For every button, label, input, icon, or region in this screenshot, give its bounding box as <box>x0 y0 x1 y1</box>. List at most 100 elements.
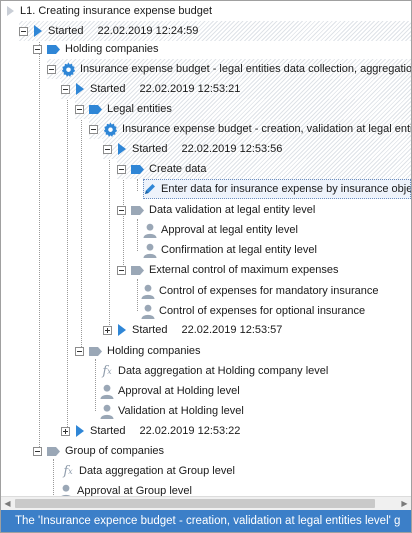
started-row-2[interactable]: Started 22.02.2019 12:53:21 <box>61 79 411 99</box>
collapse-button[interactable] <box>75 104 84 114</box>
group-row-holding-companies-2[interactable]: Holding companies <box>75 341 201 361</box>
task-row-approval-holding[interactable]: Approval at Holding level <box>100 381 240 401</box>
scrollbar-thumb[interactable] <box>15 499 375 508</box>
root-label: L1. Creating insurance expense budget <box>20 5 213 17</box>
tree-connector <box>137 179 138 191</box>
started-play-icon <box>75 425 85 437</box>
task-row-data-aggregation-holding[interactable]: fx Data aggregation at Holding company l… <box>100 361 328 381</box>
group-row-create-data[interactable]: Create data <box>117 159 411 179</box>
started-row-3[interactable]: Started 22.02.2019 12:53:56 <box>103 139 411 159</box>
flag-icon <box>89 104 102 114</box>
group-row-holding-companies[interactable]: Holding companies <box>33 39 159 59</box>
started-date: 22.02.2019 12:24:59 <box>97 25 199 37</box>
group-row-data-validation[interactable]: Data validation at legal entity level <box>117 200 315 220</box>
gear-icon <box>61 61 76 77</box>
tree-root-row[interactable]: L1. Creating insurance expense budget <box>5 1 212 21</box>
user-icon <box>141 284 155 299</box>
tree-connector <box>39 39 40 451</box>
collapse-button[interactable] <box>33 446 42 456</box>
group-label: Create data <box>149 163 207 175</box>
tree-connector <box>109 139 110 331</box>
function-icon: fx <box>63 463 73 479</box>
group-label: Group of companies <box>65 445 165 457</box>
group-label: Holding companies <box>107 345 201 357</box>
collapse-button[interactable] <box>117 205 126 215</box>
task-row-control-optional[interactable]: Control of expenses for optional insuran… <box>141 301 365 321</box>
started-label: Started <box>90 425 126 437</box>
task-row-enter-data[interactable]: Enter data for insurance expense by insu… <box>143 179 411 199</box>
collapse-button[interactable] <box>47 64 56 74</box>
group-row-external-control[interactable]: External control of maximum expenses <box>117 260 339 280</box>
collapse-button[interactable] <box>61 84 70 94</box>
started-row-5[interactable]: Started 22.02.2019 12:53:22 <box>61 421 240 441</box>
scroll-right-icon[interactable]: ▶ <box>398 497 411 510</box>
started-row-4[interactable]: Started 22.02.2019 12:53:57 <box>103 320 282 340</box>
scroll-left-icon[interactable]: ◀ <box>1 497 14 510</box>
expand-button[interactable] <box>103 325 112 335</box>
task-label: Approval at legal entity level <box>161 224 298 236</box>
collapse-button[interactable] <box>33 44 42 54</box>
started-date: 22.02.2019 12:53:57 <box>181 324 283 336</box>
status-text: The 'Insurance expence budget - creation… <box>15 515 401 527</box>
process-label: Insurance expense budget - legal entitie… <box>80 63 412 75</box>
process-label: Insurance expense budget - creation, val… <box>122 123 412 135</box>
collapse-button[interactable] <box>117 265 126 275</box>
group-label: Data validation at legal entity level <box>149 204 316 216</box>
started-play-icon <box>75 83 85 95</box>
user-icon <box>143 223 157 238</box>
tree-connector <box>81 99 82 351</box>
task-label: Approval at Holding level <box>118 385 240 397</box>
started-label: Started <box>132 324 168 336</box>
group-label: External control of maximum expenses <box>149 264 339 276</box>
group-label: Holding companies <box>65 43 159 55</box>
group-label: Legal entities <box>107 103 172 115</box>
collapse-button[interactable] <box>19 26 28 36</box>
process-row-budget-creation[interactable]: Insurance expense budget - creation, val… <box>89 119 411 139</box>
started-label: Started <box>48 25 84 37</box>
expand-button[interactable] <box>61 426 70 436</box>
gear-icon <box>103 121 118 137</box>
task-row-approval-le[interactable]: Approval at legal entity level <box>143 220 298 240</box>
started-date: 22.02.2019 12:53:22 <box>139 425 241 437</box>
collapse-button[interactable] <box>75 346 84 356</box>
started-row-1[interactable]: Started 22.02.2019 12:24:59 <box>19 21 411 41</box>
user-icon <box>143 243 157 258</box>
status-bar: The 'Insurance expence budget - creation… <box>1 510 411 532</box>
tree-connector <box>53 459 54 495</box>
task-label: Data aggregation at Group level <box>79 465 235 477</box>
process-tree-window: L1. Creating insurance expense budget St… <box>0 0 412 533</box>
task-label: Enter data for insurance expense by insu… <box>161 183 412 195</box>
task-row-validation-holding[interactable]: Validation at Holding level <box>100 401 244 421</box>
task-label: Validation at Holding level <box>118 405 244 417</box>
horizontal-scrollbar[interactable]: ◀ ▶ <box>1 496 411 510</box>
started-play-icon <box>33 25 43 37</box>
task-row-confirmation-le[interactable]: Confirmation at legal entity level <box>143 240 317 260</box>
started-date: 22.02.2019 12:53:56 <box>181 143 283 155</box>
tree-connector <box>67 79 68 431</box>
started-play-icon <box>117 324 127 336</box>
collapse-button[interactable] <box>103 144 112 154</box>
process-row-budget-collection[interactable]: Insurance expense budget - legal entitie… <box>47 59 411 79</box>
task-label: Control of expenses for mandatory insura… <box>159 285 379 297</box>
group-row-legal-entities[interactable]: Legal entities <box>75 99 411 119</box>
flag-icon <box>47 446 60 456</box>
flag-icon <box>131 205 144 215</box>
function-icon: fx <box>102 363 112 379</box>
started-label: Started <box>132 143 168 155</box>
collapse-button[interactable] <box>117 164 126 174</box>
task-row-data-aggregation-group[interactable]: fx Data aggregation at Group level <box>61 461 235 481</box>
tree-connector <box>137 219 138 251</box>
group-row-group-of-companies[interactable]: Group of companies <box>33 441 164 461</box>
user-icon <box>100 404 114 419</box>
pencil-icon <box>143 182 157 196</box>
collapse-button[interactable] <box>89 124 98 134</box>
task-label: Control of expenses for optional insuran… <box>159 305 366 317</box>
started-label: Started <box>90 83 126 95</box>
tree-connector <box>137 279 138 311</box>
task-row-control-mandatory[interactable]: Control of expenses for mandatory insura… <box>141 281 379 301</box>
user-icon <box>100 384 114 399</box>
flag-icon <box>131 164 144 174</box>
chevron-right-icon <box>5 5 15 17</box>
flag-icon <box>89 346 102 356</box>
started-date: 22.02.2019 12:53:21 <box>139 83 241 95</box>
